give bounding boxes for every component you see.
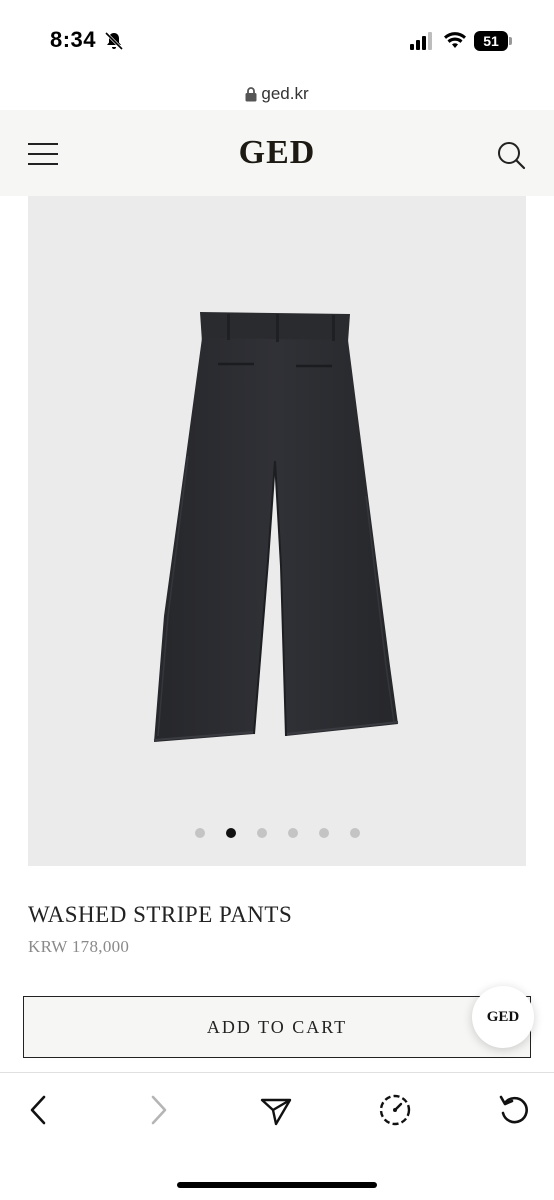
chat-button[interactable]: GED [472, 986, 534, 1048]
product-image-carousel[interactable] [28, 196, 526, 866]
status-time: 8:34 [50, 27, 97, 52]
status-bar: 8:34 51 [0, 0, 554, 80]
site-header: GED [0, 110, 554, 196]
search-icon[interactable] [496, 140, 526, 170]
carousel-dot[interactable] [194, 828, 205, 838]
add-to-cart-button[interactable]: ADD TO CART [23, 996, 531, 1058]
site-logo[interactable]: GED [0, 134, 554, 172]
battery-icon: 51 [474, 31, 512, 51]
share-icon[interactable] [259, 1093, 293, 1127]
wifi-icon [444, 32, 466, 48]
carousel-dots [28, 828, 526, 840]
carousel-dot[interactable] [225, 828, 236, 838]
back-icon[interactable] [22, 1093, 56, 1127]
bell-slash-icon [104, 31, 124, 51]
product-photo [153, 312, 399, 742]
carousel-dot[interactable] [287, 828, 298, 838]
product-name: WASHED STRIPE PANTS [28, 902, 293, 927]
browser-toolbar [0, 1073, 554, 1200]
reload-icon[interactable] [497, 1093, 531, 1127]
carousel-dot[interactable] [256, 828, 267, 838]
url-bar[interactable]: ged.kr [0, 80, 554, 110]
carousel-dot[interactable] [349, 828, 360, 838]
battery-level: 51 [483, 33, 499, 49]
lock-icon [245, 87, 257, 102]
timer-icon[interactable] [378, 1093, 412, 1127]
home-indicator[interactable] [177, 1182, 377, 1188]
product-price: KRW 178,000 [28, 937, 130, 956]
forward-icon[interactable] [141, 1093, 175, 1127]
carousel-dot[interactable] [318, 828, 329, 838]
url-text: ged.kr [261, 84, 309, 103]
cellular-signal-icon [410, 32, 432, 50]
